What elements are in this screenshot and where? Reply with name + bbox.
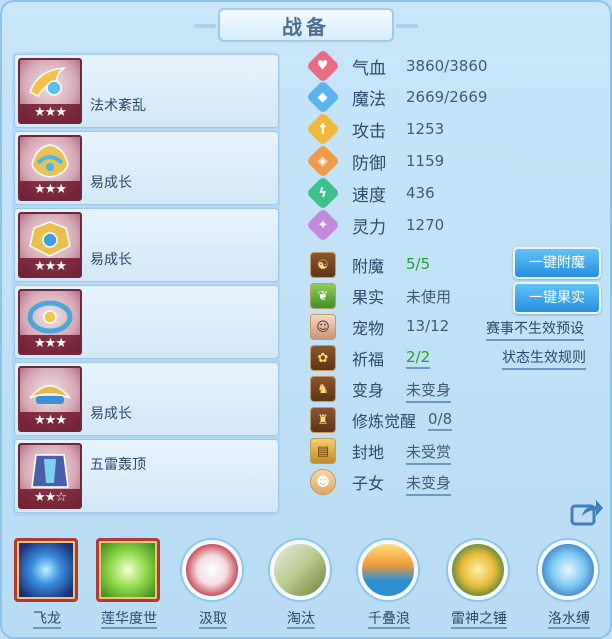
star-rating: ★★★ bbox=[20, 181, 80, 199]
equipment-slot-4[interactable]: ★★★ bbox=[14, 285, 279, 359]
share-icon[interactable] bbox=[570, 498, 604, 526]
sword-icon: † bbox=[306, 112, 340, 146]
row-fief: ▤ 封地 未受赏 bbox=[310, 437, 452, 465]
star-rating: ★★☆ bbox=[20, 489, 80, 507]
equipment-label: 易成长 bbox=[90, 252, 132, 268]
skill-7[interactable]: 洛水缚 bbox=[532, 536, 606, 636]
stat-mp: ◆ 魔法 2669/2669 bbox=[306, 80, 487, 114]
skill-2[interactable]: 莲华度世 bbox=[92, 536, 166, 636]
equipment-label: 易成长 bbox=[90, 175, 132, 191]
title-banner: 战备 bbox=[194, 8, 418, 42]
skill-6[interactable]: 雷神之锤 bbox=[442, 536, 516, 636]
star-rating: ★★★ bbox=[20, 258, 80, 276]
equipment-label: 易成长 bbox=[90, 406, 132, 422]
sword-slash-icon bbox=[270, 540, 330, 600]
transform-icon: ♞ bbox=[310, 376, 336, 402]
stat-attack: † 攻击 1253 bbox=[306, 112, 444, 146]
skill-1[interactable]: 飞龙 bbox=[10, 536, 84, 636]
spirit-icon: ✦ bbox=[306, 208, 340, 242]
equipment-icon: ★★★ bbox=[18, 135, 82, 201]
star-rating: ★★★ bbox=[20, 335, 80, 353]
equipment-list: ★★★ 法术紊乱 ★★★ 易成长 ★★★ 易成长 ★★★ ★★★ 易成长 ★★☆… bbox=[12, 52, 280, 516]
one-click-fruit-button[interactable]: 一键果实 bbox=[513, 282, 601, 314]
status-rules-link[interactable]: 状态生效规则 bbox=[502, 347, 586, 370]
page-title: 战备 bbox=[282, 14, 330, 39]
equipment-icon: ★★☆ bbox=[18, 443, 82, 509]
skill-3[interactable]: 汲取 bbox=[176, 536, 250, 636]
water-bind-icon bbox=[538, 540, 598, 600]
pet-icon: ☺ bbox=[310, 314, 336, 340]
fief-value[interactable]: 未受赏 bbox=[406, 441, 452, 465]
mana-icon: ◆ bbox=[306, 80, 340, 114]
blue-orb-icon bbox=[14, 538, 78, 602]
stat-spirit: ✦ 灵力 1270 bbox=[306, 208, 444, 242]
row-blessing: ✿ 祈福 2/2 bbox=[310, 344, 431, 372]
fief-icon: ▤ bbox=[310, 438, 336, 464]
lotus-hand-icon bbox=[96, 538, 160, 602]
equipment-icon: ★★★ bbox=[18, 212, 82, 278]
stat-speed: ϟ 速度 436 bbox=[306, 176, 435, 210]
equipment-label: 法术紊乱 bbox=[90, 98, 146, 114]
event-preset-link[interactable]: 赛事不生效预设 bbox=[486, 318, 584, 341]
equipment-icon: ★★★ bbox=[18, 58, 82, 124]
child-value[interactable]: 未变身 bbox=[406, 472, 452, 496]
equipment-icon: ★★★ bbox=[18, 289, 82, 355]
pet-value: 13/12 bbox=[406, 317, 450, 335]
equipment-slot-3[interactable]: ★★★ 易成长 bbox=[14, 208, 279, 282]
hammer-icon bbox=[448, 540, 508, 600]
equipment-slot-6[interactable]: ★★☆ 五雷轰顶 bbox=[14, 439, 279, 513]
equipment-slot-1[interactable]: ★★★ 法术紊乱 bbox=[14, 54, 279, 128]
cultivation-icon: ♜ bbox=[310, 407, 336, 433]
star-rating: ★★★ bbox=[20, 412, 80, 430]
stat-hp: ♥ 气血 3860/3860 bbox=[306, 49, 487, 83]
lightning-icon: ϟ bbox=[306, 176, 340, 210]
star-rating: ★★★ bbox=[20, 104, 80, 122]
child-icon: ☻ bbox=[310, 469, 336, 495]
blessing-icon: ✿ bbox=[310, 345, 336, 371]
transform-value[interactable]: 未变身 bbox=[406, 379, 452, 403]
one-click-enchant-button[interactable]: 一键附魔 bbox=[513, 247, 601, 279]
skill-4[interactable]: 淘汰 bbox=[264, 536, 338, 636]
skill-5[interactable]: 千叠浪 bbox=[352, 536, 426, 636]
row-transform: ♞ 变身 未变身 bbox=[310, 375, 452, 403]
equipment-icon: ★★★ bbox=[18, 366, 82, 432]
vortex-icon bbox=[182, 540, 242, 600]
fruit-icon: ❦ bbox=[310, 283, 336, 309]
enchant-icon: ☯ bbox=[310, 252, 336, 278]
row-enchant: ☯ 附魔 5/5 bbox=[310, 251, 430, 279]
row-child: ☻ 子女 未变身 bbox=[310, 468, 452, 496]
row-fruit: ❦ 果实 未使用 bbox=[310, 282, 451, 310]
row-cultivation: ♜ 修炼觉醒 0/8 bbox=[310, 406, 453, 434]
equipment-label: 五雷轰顶 bbox=[90, 457, 146, 473]
row-pet: ☺ 宠物 13/12 bbox=[310, 313, 449, 341]
equipment-slot-5[interactable]: ★★★ 易成长 bbox=[14, 362, 279, 436]
heart-icon: ♥ bbox=[306, 49, 340, 83]
fruit-value: 未使用 bbox=[406, 288, 452, 306]
equipment-slot-2[interactable]: ★★★ 易成长 bbox=[14, 131, 279, 205]
enchant-value: 5/5 bbox=[406, 255, 431, 273]
stat-defense: ◈ 防御 1159 bbox=[306, 144, 444, 178]
cultivation-value[interactable]: 0/8 bbox=[428, 410, 453, 431]
shield-icon: ◈ bbox=[306, 144, 340, 178]
wave-icon bbox=[358, 540, 418, 600]
blessing-value[interactable]: 2/2 bbox=[406, 348, 431, 369]
